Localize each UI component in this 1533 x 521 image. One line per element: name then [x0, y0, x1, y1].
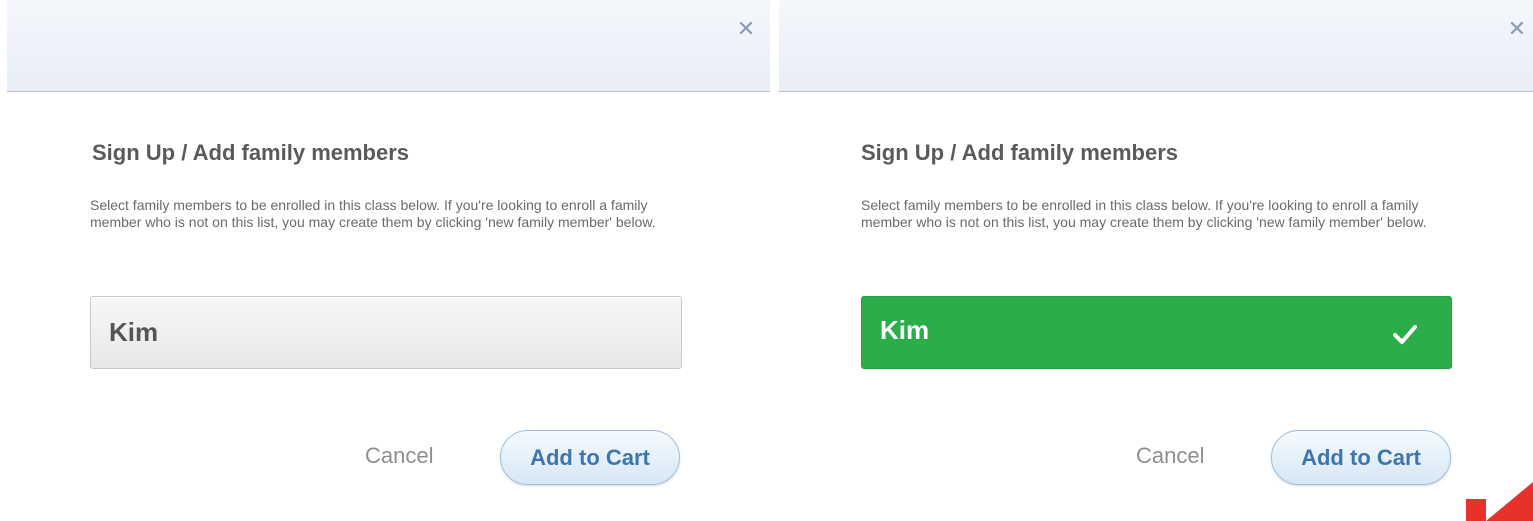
modal-title: Sign Up / Add family members: [92, 140, 410, 165]
close-icon[interactable]: ✕: [1505, 18, 1529, 42]
family-member-name: Kim: [880, 315, 930, 345]
comparison-stage: ✕ Sign Up / Add family members Select fa…: [0, 0, 1533, 521]
family-member-name: Kim: [109, 317, 159, 347]
cancel-button[interactable]: Cancel: [365, 443, 433, 469]
family-member-option-kim-selected[interactable]: Kim: [861, 296, 1452, 369]
close-icon[interactable]: ✕: [734, 18, 758, 42]
signup-modal-selected: ✕ Sign Up / Add family members Select fa…: [779, 0, 1533, 521]
modal-header: [7, 0, 770, 92]
add-to-cart-button[interactable]: Add to Cart: [1271, 430, 1451, 485]
modal-title: Sign Up / Add family members: [861, 140, 1179, 165]
family-member-option-kim[interactable]: Kim: [90, 296, 682, 369]
checkmark-icon: [1393, 325, 1417, 344]
add-to-cart-button[interactable]: Add to Cart: [500, 430, 680, 485]
modal-header: [779, 0, 1533, 92]
panel-divider: [770, 0, 779, 521]
cancel-button[interactable]: Cancel: [1136, 443, 1204, 469]
modal-description: Select family members to be enrolled in …: [90, 197, 656, 230]
signup-modal-unselected: ✕ Sign Up / Add family members Select fa…: [7, 0, 770, 521]
logo-mark: [1466, 482, 1533, 521]
modal-description: Select family members to be enrolled in …: [861, 197, 1427, 230]
